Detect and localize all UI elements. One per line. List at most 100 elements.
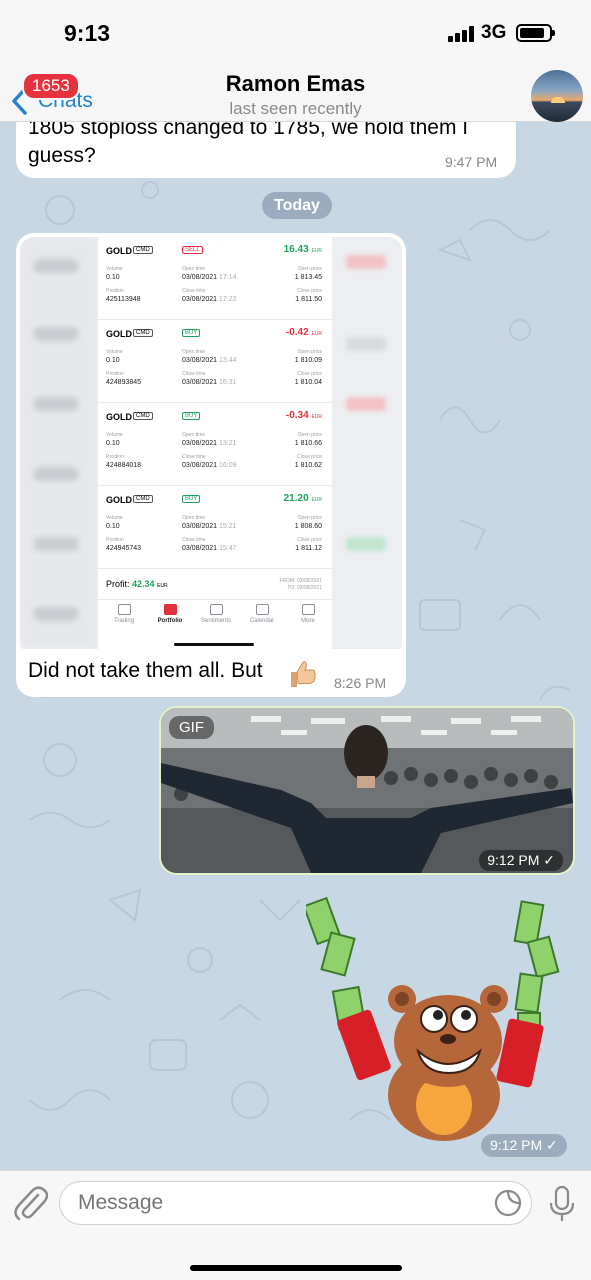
instrument-type: CMD xyxy=(133,412,153,420)
more-icon xyxy=(301,604,315,615)
field-value: 03/08/2021 17:14 xyxy=(182,274,237,281)
instrument-type: CMD xyxy=(133,329,153,337)
trade-side-badge: BUY xyxy=(182,495,201,503)
field-value: 424884018 xyxy=(106,462,142,469)
field-label: Open price xyxy=(297,515,322,521)
instrument-name: GOLD xyxy=(106,329,132,339)
battery-icon xyxy=(516,24,555,42)
avatar[interactable] xyxy=(531,70,583,122)
field-value: 1 810.09 xyxy=(294,357,322,364)
chat-header: Chats 1653 Ramon Emas last seen recently xyxy=(0,62,591,122)
field-value: 03/08/2021 15:21 xyxy=(182,523,237,530)
field-value: 425113948 xyxy=(106,296,141,303)
instrument-name: GOLD xyxy=(106,246,132,256)
instrument-name: GOLD xyxy=(106,412,132,422)
field-label: Close price xyxy=(296,371,322,377)
field-label: Open price xyxy=(297,349,322,355)
thumbs-up-icon xyxy=(291,661,316,687)
trade-row: GOLD CMD BUY -0.42 EUR Volume 0.10 Position 424… xyxy=(98,320,332,403)
field-label: Open time xyxy=(182,515,206,521)
field-value: 03/08/2021 13:44 xyxy=(182,357,237,364)
field-label: Volume xyxy=(106,349,123,355)
microphone-icon[interactable] xyxy=(549,1185,575,1223)
field-value: 03/08/2021 17:22 xyxy=(182,296,237,303)
message-time: 9:47 PM xyxy=(445,154,498,170)
message-composer xyxy=(0,1170,591,1280)
field-value: 1 813.45 xyxy=(294,274,322,281)
message-bubble-image[interactable]: Profit: 42.34 EUR FROM: 03/08/2021 TO: 0… xyxy=(16,233,406,697)
field-value: 0.10 xyxy=(106,440,120,447)
field-label: Volume xyxy=(106,515,123,521)
field-value: 1 810.62 xyxy=(294,462,322,469)
message-time: 8:26 PM xyxy=(334,675,387,691)
field-value: 424893845 xyxy=(106,379,142,386)
field-label: Open price xyxy=(297,432,322,438)
field-value: 03/08/2021 16:09 xyxy=(182,462,237,469)
date-separator: Today xyxy=(262,192,332,219)
blurred-area xyxy=(332,237,402,649)
home-indicator xyxy=(190,1265,402,1271)
field-label: Close price xyxy=(296,288,322,294)
field-value: 424945743 xyxy=(106,545,142,552)
field-label: Open time xyxy=(182,432,206,438)
instrument-type: CMD xyxy=(133,495,153,503)
message-time: 9:12 PM ✓ xyxy=(479,850,563,871)
field-value: 1 808.60 xyxy=(294,523,322,530)
field-label: Close price xyxy=(296,537,322,543)
instrument-type: CMD xyxy=(133,246,153,254)
chat-title[interactable]: Ramon Emas xyxy=(0,71,591,97)
sticker-icon[interactable] xyxy=(494,1189,522,1217)
paperclip-icon[interactable] xyxy=(14,1185,48,1223)
message-input[interactable] xyxy=(59,1181,532,1225)
field-value: 1 811.50 xyxy=(295,296,322,303)
field-label: Volume xyxy=(106,432,123,438)
gif-message[interactable]: GIF 9:12 PM ✓ xyxy=(159,706,575,875)
tab-portfolio: Portfolio xyxy=(150,604,190,624)
message-text: 1805 stoploss changed to 1785, we hold t… xyxy=(28,116,469,167)
field-label: Close price xyxy=(296,454,322,460)
trade-row: GOLD CMD SELL 16.43 EUR Volume 0.10 Position 42… xyxy=(98,237,332,320)
trading-screenshot[interactable]: Profit: 42.34 EUR FROM: 03/08/2021 TO: 0… xyxy=(20,237,402,649)
trade-side-badge: BUY xyxy=(182,412,201,420)
field-label: Open time xyxy=(182,266,206,272)
profit-summary: Profit: 42.34 EUR xyxy=(106,579,168,589)
field-label: Position xyxy=(106,537,124,543)
field-value: 1 810.04 xyxy=(294,379,322,386)
field-value: 0.10 xyxy=(106,274,120,281)
message-time: 9:12 PM ✓ xyxy=(481,1134,567,1157)
field-value: 1 811.12 xyxy=(295,545,322,552)
status-time: 9:13 xyxy=(64,20,111,46)
field-label: Close time xyxy=(182,537,206,543)
portfolio-panel: Profit: 42.34 EUR FROM: 03/08/2021 TO: 0… xyxy=(98,237,332,649)
check-icon: ✓ xyxy=(543,852,555,868)
portfolio-icon xyxy=(163,604,177,615)
date-range: FROM: 03/08/2021 TO: 03/08/2021 xyxy=(279,578,322,591)
trade-pnl: -0.42 EUR xyxy=(285,327,322,338)
trade-row: GOLD CMD BUY -0.34 EUR Volume 0.10 Position 424… xyxy=(98,403,332,486)
gif-preview xyxy=(161,708,573,873)
tab-sentiments: Sentiments xyxy=(196,604,236,624)
trade-side-badge: BUY xyxy=(182,329,201,337)
field-label: Close time xyxy=(182,454,206,460)
field-label: Close time xyxy=(182,288,206,294)
field-label: Position xyxy=(106,454,124,460)
trading-icon xyxy=(117,604,131,615)
field-label: Open time xyxy=(182,349,206,355)
field-value: 03/08/2021 13:21 xyxy=(182,440,237,447)
blurred-area xyxy=(20,237,98,649)
network-type: 3G xyxy=(481,22,507,43)
trade-row: GOLD CMD BUY 21.20 EUR Volume 0.10 Position 424… xyxy=(98,486,332,569)
trade-pnl: 21.20 EUR xyxy=(283,493,322,504)
field-value: 03/08/2021 15:47 xyxy=(182,545,237,552)
status-bar: 9:13 3G xyxy=(0,0,591,62)
field-label: Volume xyxy=(106,266,123,272)
instrument-name: GOLD xyxy=(106,495,132,505)
home-indicator xyxy=(174,643,254,646)
check-icon: ✓ xyxy=(546,1137,558,1153)
field-label: Position xyxy=(106,371,124,377)
field-value: 0.10 xyxy=(106,523,120,530)
trade-pnl: -0.34 EUR xyxy=(285,410,322,421)
bear-money-sticker[interactable] xyxy=(306,895,566,1145)
field-label: Position xyxy=(106,288,124,294)
cellular-signal-icon xyxy=(448,26,474,42)
